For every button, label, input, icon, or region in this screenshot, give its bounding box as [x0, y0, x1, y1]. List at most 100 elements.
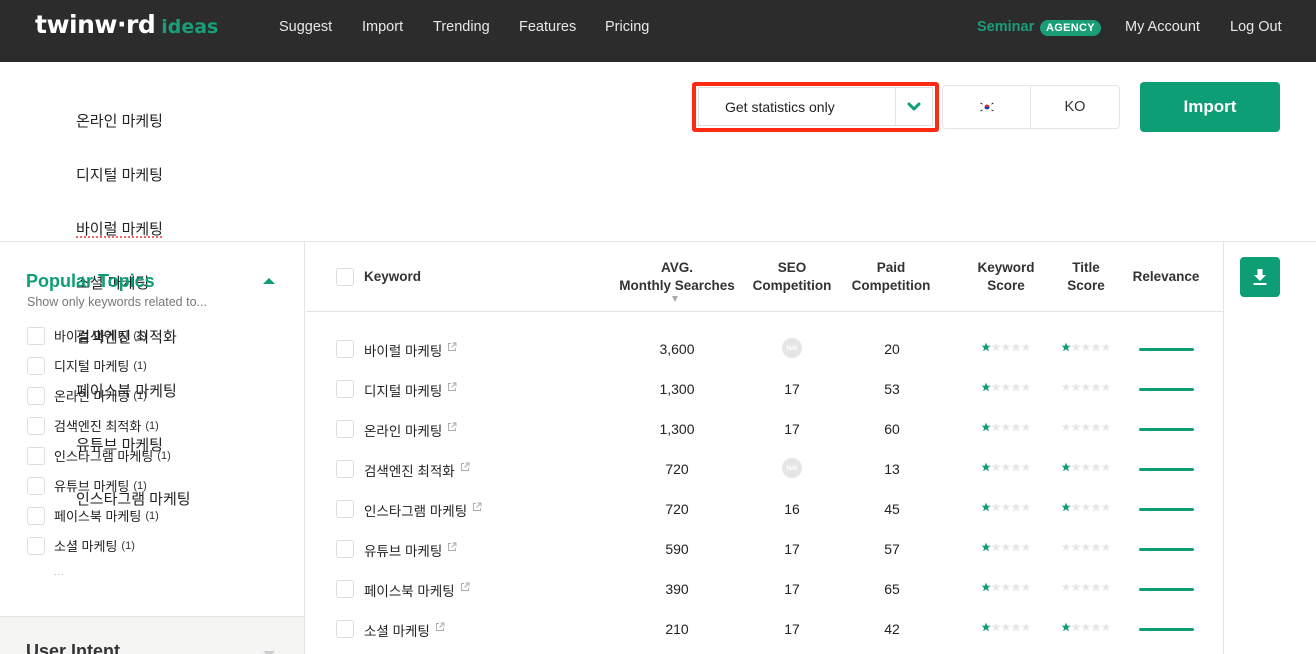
keyword-score-stars [981, 582, 1031, 592]
keyword-text[interactable]: 디지털 마케팅 [364, 380, 442, 400]
star-empty-icon [1071, 382, 1081, 392]
header-paid-competition[interactable]: Paid Competition [846, 259, 936, 295]
mode-select[interactable]: Get statistics only [698, 87, 933, 126]
topic-label: 바이럴 마케팅 [54, 329, 130, 344]
star-filled-icon [1061, 502, 1071, 512]
star-empty-icon [1091, 622, 1101, 632]
agency-badge: AGENCY [1040, 20, 1101, 36]
import-button[interactable]: Import [1140, 82, 1280, 132]
seo-na-badge: N/A [782, 458, 802, 478]
keywords-textarea[interactable]: 온라인 마케팅 디지털 마케팅 바이럴 마케팅 소셜 마케팅 검색엔진 최적화 … [76, 77, 576, 508]
row-checkbox[interactable] [336, 420, 354, 438]
topic-item[interactable]: 페이스북 마케팅 (1) [27, 506, 159, 525]
header-keyword[interactable]: Keyword [364, 268, 421, 286]
title-score-stars [1061, 582, 1111, 592]
topic-item[interactable]: 소셜 마케팅 (1) [27, 536, 135, 555]
topic-checkbox[interactable] [27, 356, 45, 375]
topic-count: (1) [133, 359, 147, 372]
header-seo-competition[interactable]: SEO Competition [747, 259, 837, 295]
topic-checkbox[interactable] [27, 536, 45, 555]
row-checkbox[interactable] [336, 460, 354, 478]
keyword-text[interactable]: 온라인 마케팅 [364, 420, 442, 440]
topic-checkbox[interactable] [27, 416, 45, 435]
keyword-text[interactable]: 바이럴 마케팅 [364, 340, 442, 360]
keyword-text[interactable]: 인스타그램 마케팅 [364, 500, 467, 520]
header-avg-monthly-searches[interactable]: AVG. Monthly Searches [612, 259, 742, 295]
star-empty-icon [991, 342, 1001, 352]
sort-desc-icon[interactable] [672, 296, 678, 302]
seo-competition-value: 17 [784, 621, 800, 637]
topic-checkbox[interactable] [27, 446, 45, 465]
star-filled-icon [1061, 622, 1071, 632]
keyword-text[interactable]: 검색엔진 최적화 [364, 460, 455, 480]
external-link-icon[interactable] [447, 542, 457, 552]
language-button[interactable]: KO [1031, 86, 1119, 128]
keyword-score-stars [981, 542, 1031, 552]
keyword-line: 온라인 마케팅 [76, 113, 163, 130]
topic-item[interactable]: 바이럴 마케팅 (1) [27, 326, 147, 345]
row-checkbox[interactable] [336, 380, 354, 398]
logo[interactable]: twinw·rd ideas [35, 10, 218, 44]
nav-seminar[interactable]: Seminar [977, 19, 1034, 35]
header-title-score[interactable]: Title Score [1051, 259, 1121, 295]
keyword-text[interactable]: 유튜브 마케팅 [364, 540, 442, 560]
star-empty-icon [1081, 542, 1091, 552]
row-checkbox[interactable] [336, 500, 354, 518]
table-row: 검색엔진 최적화 720 N/A 13 [306, 450, 1224, 490]
topic-item[interactable]: 유튜브 마케팅 (1) [27, 476, 147, 495]
topic-checkbox[interactable] [27, 326, 45, 345]
topic-label: 유튜브 마케팅 [54, 479, 130, 494]
external-link-icon[interactable] [435, 622, 445, 632]
topic-item[interactable]: 온라인 마케팅 (1) [27, 386, 147, 405]
nav-features[interactable]: Features [519, 19, 576, 35]
top-nav: twinw·rd ideas Suggest Import Trending F… [0, 0, 1316, 62]
row-checkbox[interactable] [336, 340, 354, 358]
topic-checkbox[interactable] [27, 506, 45, 525]
header-keyword-score[interactable]: Keyword Score [966, 259, 1046, 295]
collapse-up-icon[interactable] [263, 278, 275, 284]
topic-checkbox[interactable] [27, 386, 45, 405]
nav-import[interactable]: Import [362, 19, 403, 35]
country-flag-button[interactable] [943, 86, 1031, 128]
header-relevance[interactable]: Relevance [1126, 268, 1206, 286]
external-link-icon[interactable] [460, 462, 470, 472]
external-link-icon[interactable] [447, 382, 457, 392]
keyword-text[interactable]: 소셜 마케팅 [364, 620, 430, 640]
select-divider [895, 88, 896, 125]
topic-label: 인스타그램 마케팅 [54, 449, 154, 464]
user-intent-section[interactable]: User Intent [0, 616, 304, 654]
star-filled-icon [981, 422, 991, 432]
topic-count: (1) [157, 449, 171, 462]
external-link-icon[interactable] [447, 422, 457, 432]
paid-competition-value: 20 [884, 341, 900, 357]
keyword-text[interactable]: 페이스북 마케팅 [364, 580, 455, 600]
title-score-stars [1061, 622, 1111, 632]
nav-log-out[interactable]: Log Out [1230, 19, 1282, 35]
external-link-icon[interactable] [472, 502, 482, 512]
nav-suggest[interactable]: Suggest [279, 19, 332, 35]
download-button[interactable] [1240, 257, 1280, 297]
external-link-icon[interactable] [460, 582, 470, 592]
show-more-topics[interactable]: ... [54, 567, 65, 577]
select-all-checkbox[interactable] [336, 268, 354, 286]
star-empty-icon [1071, 422, 1081, 432]
nav-trending[interactable]: Trending [433, 19, 490, 35]
star-empty-icon [1011, 382, 1021, 392]
seo-competition-value: 17 [784, 541, 800, 557]
keyword-line: 바이럴 마케팅 [76, 221, 163, 238]
star-empty-icon [1071, 462, 1081, 472]
seo-competition-value: 17 [784, 381, 800, 397]
topic-checkbox[interactable] [27, 476, 45, 495]
star-empty-icon [1001, 502, 1011, 512]
topic-item[interactable]: 인스타그램 마케팅 (1) [27, 446, 171, 465]
nav-pricing[interactable]: Pricing [605, 19, 649, 35]
row-checkbox[interactable] [336, 580, 354, 598]
star-empty-icon [1091, 542, 1101, 552]
row-checkbox[interactable] [336, 540, 354, 558]
nav-my-account[interactable]: My Account [1125, 19, 1200, 35]
topic-item[interactable]: 디지털 마케팅 (1) [27, 356, 147, 375]
external-link-icon[interactable] [447, 342, 457, 352]
row-checkbox[interactable] [336, 620, 354, 638]
topic-item[interactable]: 검색엔진 최적화 (1) [27, 416, 159, 435]
header-seo-line2: Competition [752, 278, 832, 293]
